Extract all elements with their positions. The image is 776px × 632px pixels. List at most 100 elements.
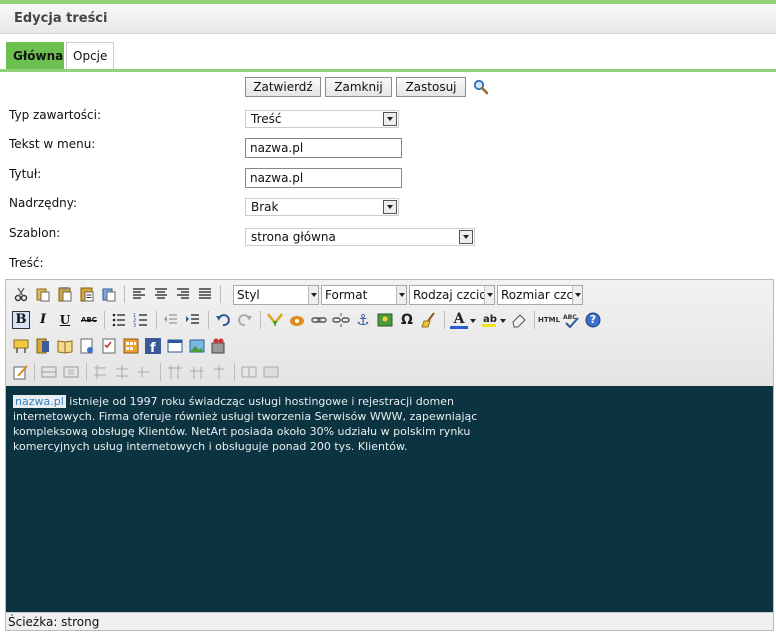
split-cells-icon[interactable] xyxy=(240,363,258,381)
table-props-icon[interactable] xyxy=(62,363,80,381)
paste-text-icon[interactable] xyxy=(78,285,96,303)
chevron-down-icon[interactable] xyxy=(383,112,397,126)
align-left-icon[interactable] xyxy=(130,285,148,303)
image-icon[interactable] xyxy=(376,311,394,329)
template-label: Szablon: xyxy=(9,226,61,240)
insert-window-icon[interactable] xyxy=(166,337,184,355)
chevron-down-icon[interactable] xyxy=(396,286,406,304)
align-justify-icon[interactable] xyxy=(196,285,214,303)
apply-button[interactable]: Zastosuj xyxy=(396,77,466,97)
format-value: Format xyxy=(325,288,368,302)
rich-text-editor: Styl Format Rodzaj czcionki Rozmiar czci… xyxy=(5,279,774,631)
content-type-label: Typ zawartości: xyxy=(9,108,102,122)
col-after-icon[interactable] xyxy=(188,363,206,381)
toolbar-separator xyxy=(220,285,221,303)
delete-row-icon[interactable] xyxy=(136,363,154,381)
tab-glowna[interactable]: Główna xyxy=(6,42,64,69)
toolbar-separator xyxy=(124,285,125,303)
toolbar-separator xyxy=(160,363,161,381)
toolbar-separator xyxy=(234,363,235,381)
copy-icon[interactable] xyxy=(34,285,52,303)
font-family-value: Rodzaj czcionki xyxy=(413,288,494,302)
insert-photo-icon[interactable] xyxy=(188,337,206,355)
paste-word-icon[interactable] xyxy=(100,285,118,303)
anchor-icon[interactable]: ⚓ xyxy=(354,311,372,329)
insert-form-icon[interactable] xyxy=(100,337,118,355)
svg-text:ab: ab xyxy=(483,314,497,325)
parent-value: Brak xyxy=(251,200,279,214)
title-label: Tytuł: xyxy=(9,167,42,181)
template-select[interactable]: strona główna xyxy=(245,228,475,246)
insert-video-icon[interactable] xyxy=(210,337,228,355)
insert-gallery-icon[interactable] xyxy=(12,337,30,355)
chevron-down-icon[interactable] xyxy=(459,230,473,244)
underline-button[interactable]: U xyxy=(56,311,74,329)
row-after-icon[interactable] xyxy=(114,363,132,381)
undo-icon[interactable] xyxy=(214,311,232,329)
insert-flash-icon[interactable] xyxy=(266,311,284,329)
tab-opcje[interactable]: Opcje xyxy=(66,42,114,69)
title-input[interactable]: nazwa.pl xyxy=(245,168,402,188)
link-icon[interactable] xyxy=(310,311,328,329)
editor-content[interactable]: nazwa.pl istnieje od 1997 roku świadcząc… xyxy=(6,386,773,612)
chevron-down-icon[interactable] xyxy=(499,311,507,329)
chevron-down-icon[interactable] xyxy=(572,286,582,304)
font-size-select[interactable]: Rozmiar czcionki xyxy=(497,285,583,305)
template-value: strona główna xyxy=(251,230,336,244)
status-bar: Ścieżka: strong xyxy=(6,612,773,630)
window-title: Edycja treści xyxy=(14,11,108,26)
close-button[interactable]: Zamknij xyxy=(325,77,392,97)
cut-icon[interactable] xyxy=(12,285,30,303)
paste-icon[interactable] xyxy=(56,285,74,303)
content-type-select[interactable]: Treść xyxy=(245,110,399,128)
unlink-icon[interactable] xyxy=(332,311,350,329)
insert-file-icon[interactable] xyxy=(78,337,96,355)
font-color-button[interactable]: A xyxy=(450,311,468,329)
svg-text:f: f xyxy=(150,341,156,355)
menu-text-input[interactable]: nazwa.pl xyxy=(245,138,402,158)
cleanup-broom-icon[interactable] xyxy=(420,311,438,329)
style-select[interactable]: Styl xyxy=(233,285,319,305)
indent-icon[interactable] xyxy=(184,311,202,329)
chevron-down-icon[interactable] xyxy=(383,200,397,214)
insert-table-icon[interactable] xyxy=(40,363,58,381)
insert-document-icon[interactable] xyxy=(34,337,52,355)
chevron-down-icon[interactable] xyxy=(308,286,318,304)
toolbar-separator xyxy=(86,363,87,381)
element-path: Ścieżka: strong xyxy=(8,615,100,629)
facebook-icon[interactable]: f xyxy=(144,337,162,355)
format-select[interactable]: Format xyxy=(321,285,407,305)
media-icon[interactable] xyxy=(288,311,306,329)
numbered-list-icon[interactable]: 123 xyxy=(132,311,150,329)
merge-cells-icon[interactable] xyxy=(262,363,280,381)
align-center-icon[interactable] xyxy=(152,285,170,303)
italic-button[interactable]: I xyxy=(34,311,52,329)
chevron-down-icon[interactable] xyxy=(484,286,494,304)
preview-search-icon[interactable] xyxy=(473,79,489,95)
insert-table-grid-icon[interactable] xyxy=(122,337,140,355)
toolbar-row-2: B I U ABC 123 ⚓ Ω A ab HTML ABC ? xyxy=(8,309,768,331)
insert-book-icon[interactable] xyxy=(56,337,74,355)
spellcheck-icon[interactable]: ABC xyxy=(562,311,580,329)
font-family-select[interactable]: Rodzaj czcionki xyxy=(409,285,495,305)
bold-button[interactable]: B xyxy=(12,311,30,329)
eraser-icon[interactable] xyxy=(510,311,528,329)
redo-icon[interactable] xyxy=(236,311,254,329)
outdent-icon[interactable] xyxy=(162,311,180,329)
align-right-icon[interactable] xyxy=(174,285,192,303)
selected-text: nazwa.pl xyxy=(13,395,66,408)
special-char-icon[interactable]: Ω xyxy=(398,311,416,329)
toolbar-separator xyxy=(260,311,261,329)
confirm-button[interactable]: Zatwierdź xyxy=(245,77,321,97)
delete-col-icon[interactable] xyxy=(210,363,228,381)
highlight-color-icon[interactable]: ab xyxy=(480,311,498,329)
title-bar: Edycja treści xyxy=(0,4,776,34)
row-before-icon[interactable] xyxy=(92,363,110,381)
edit-icon[interactable] xyxy=(12,363,30,381)
chevron-down-icon[interactable] xyxy=(469,311,477,329)
bullet-list-icon[interactable] xyxy=(110,311,128,329)
parent-select[interactable]: Brak xyxy=(245,198,399,216)
html-source-button[interactable]: HTML xyxy=(538,311,560,329)
col-before-icon[interactable] xyxy=(166,363,184,381)
strikethrough-button[interactable]: ABC xyxy=(78,311,100,329)
